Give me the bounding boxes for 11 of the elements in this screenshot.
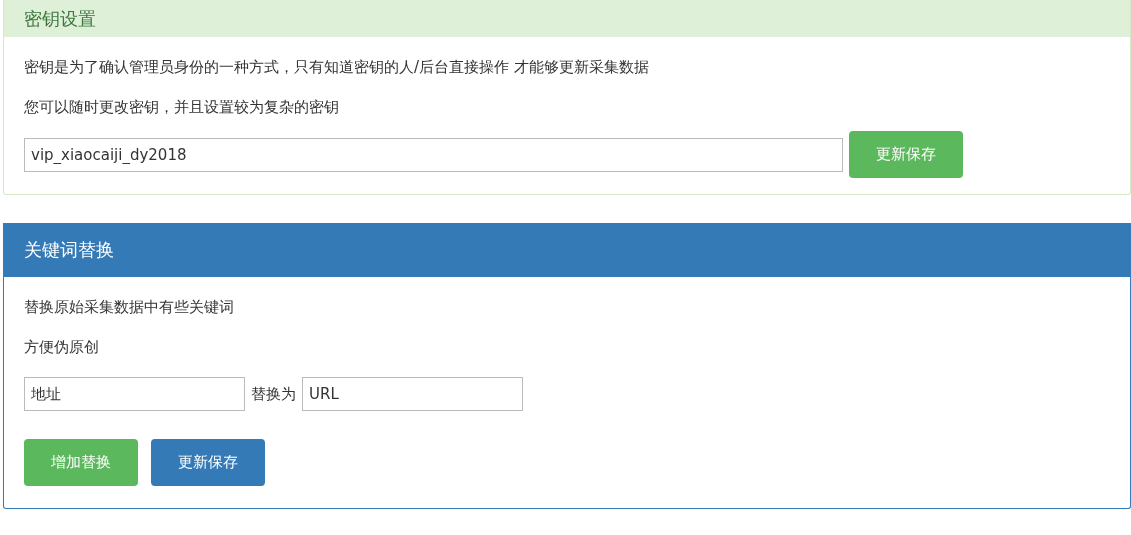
description-text: 您可以随时更改密钥，并且设置较为复杂的密钥 (24, 97, 340, 117)
description-text: 替换原始采集数据中有些关键词 (24, 297, 235, 317)
field-label: 替换为 (251, 384, 296, 404)
description-text: 方便伪原创 (24, 337, 100, 357)
text-field[interactable]: vip_xiaocaiji_dy2018 (24, 137, 843, 172)
text-field[interactable]: URL (302, 377, 523, 411)
text-field[interactable]: 地址 (24, 377, 245, 411)
panel-title: 密钥设置 (24, 6, 96, 31)
action-button[interactable]: 更新保存 (151, 439, 265, 486)
description-text: 密钥是为了确认管理员身份的一种方式，只有知道密钥的人/后台直接操作 才能够更新采集数据 (24, 57, 650, 77)
panel-title: 关键词替换 (24, 238, 114, 262)
